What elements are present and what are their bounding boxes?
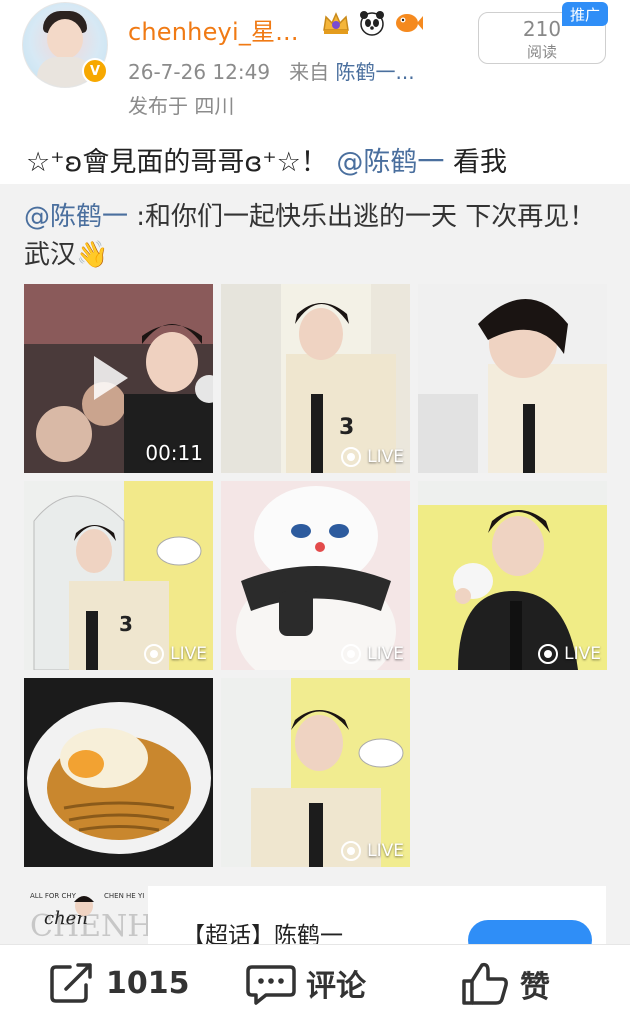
plush-doll-image	[221, 481, 410, 670]
thumbs-up-icon	[462, 962, 508, 1005]
svg-text:3: 3	[119, 612, 133, 636]
post-header: V chenheyi_星... 26-7-26 12:49 来自 陈鹤一... …	[0, 0, 630, 120]
comment-icon	[246, 965, 296, 1005]
media-thumb-live[interactable]: LIVE	[221, 481, 410, 670]
panda-badge-icon[interactable]	[356, 8, 388, 38]
user-badges	[320, 8, 424, 38]
svg-text:3: 3	[339, 415, 354, 440]
media-thumb-live[interactable]: 3 LIVE	[24, 481, 213, 670]
source-prefix: 来自	[289, 60, 330, 84]
live-tag: LIVE	[341, 447, 404, 467]
live-tag: LIVE	[341, 841, 404, 861]
avatar[interactable]: V	[22, 2, 108, 88]
live-icon	[341, 447, 362, 467]
media-thumb-photo[interactable]	[24, 678, 213, 867]
post-text: ☆⁺ʚ會見面的哥哥ɞ⁺☆！ @陈鹤一 看我	[26, 140, 507, 179]
fish-badge-icon[interactable]	[392, 8, 424, 38]
promo-tag: 推广	[562, 2, 608, 26]
play-icon	[94, 356, 128, 400]
repost-text: @陈鹤一 :和你们一起快乐出逃的一天 下次再见！武汉👋	[24, 198, 604, 274]
repost-mention-link[interactable]: @陈鹤一	[24, 202, 128, 232]
post-location: 发布于 四川	[128, 94, 235, 118]
post-meta: 26-7-26 12:49 来自 陈鹤一...	[128, 56, 415, 85]
like-button[interactable]: 赞	[460, 961, 550, 1007]
crown-badge-icon[interactable]	[320, 8, 352, 38]
comment-button[interactable]: 评论	[246, 961, 366, 1005]
media-thumb-video[interactable]: 00:11	[24, 284, 213, 473]
live-label: LIVE	[367, 841, 404, 861]
photo-image: 3	[221, 284, 410, 473]
post-mention-link[interactable]: @陈鹤一	[336, 147, 444, 178]
live-label: LIVE	[170, 644, 207, 664]
repost-block[interactable]: @陈鹤一 :和你们一起快乐出逃的一天 下次再见！武汉👋 00:11 3 LIVE…	[0, 184, 630, 944]
post-text-main: ☆⁺ʚ會見面的哥哥ɞ⁺☆！	[26, 147, 328, 178]
media-thumb-live[interactable]: 3 LIVE	[221, 284, 410, 473]
photo-image	[418, 284, 607, 473]
read-label: 阅读	[526, 43, 557, 61]
share-button[interactable]: 1015	[48, 961, 190, 1005]
video-duration: 00:11	[145, 441, 203, 465]
live-tag: LIVE	[538, 644, 601, 664]
noodle-dish-image	[24, 678, 213, 867]
card-thumbnail: ALL FOR CHY CHEN HE YI CHENHEYI chen	[24, 886, 148, 944]
live-label: LIVE	[367, 447, 404, 467]
live-icon	[341, 841, 362, 861]
media-thumb-live[interactable]: LIVE	[418, 481, 607, 670]
card-thumb-top-right: CHEN HE YI	[104, 892, 144, 900]
card-thumb-top-left: ALL FOR CHY	[30, 892, 77, 900]
live-icon	[538, 644, 559, 664]
source-link[interactable]: 陈鹤一...	[336, 60, 415, 84]
live-icon	[341, 644, 362, 664]
live-tag: LIVE	[144, 644, 207, 664]
photo-image	[418, 481, 607, 670]
live-icon	[144, 644, 165, 664]
media-thumb-photo[interactable]	[418, 284, 607, 473]
live-label: LIVE	[564, 644, 601, 664]
like-label: 赞	[520, 970, 550, 1005]
username[interactable]: chenheyi_星...	[128, 12, 299, 47]
photo-image	[221, 678, 410, 867]
media-thumb-live[interactable]: LIVE	[221, 678, 410, 867]
share-icon	[50, 963, 92, 1003]
comment-label: 评论	[306, 969, 366, 1004]
live-label: LIVE	[367, 644, 404, 664]
action-bar: 1015 评论 赞	[0, 944, 630, 1025]
live-tag: LIVE	[341, 644, 404, 664]
post-text-tail: 看我	[444, 147, 507, 178]
super-topic-card[interactable]: ALL FOR CHY CHEN HE YI CHENHEYI chen 【超话…	[24, 886, 606, 960]
post-timestamp: 26-7-26 12:49	[128, 60, 271, 84]
photo-image: 3	[24, 481, 213, 670]
verified-badge-icon: V	[82, 58, 108, 84]
share-count: 1015	[106, 965, 190, 1001]
